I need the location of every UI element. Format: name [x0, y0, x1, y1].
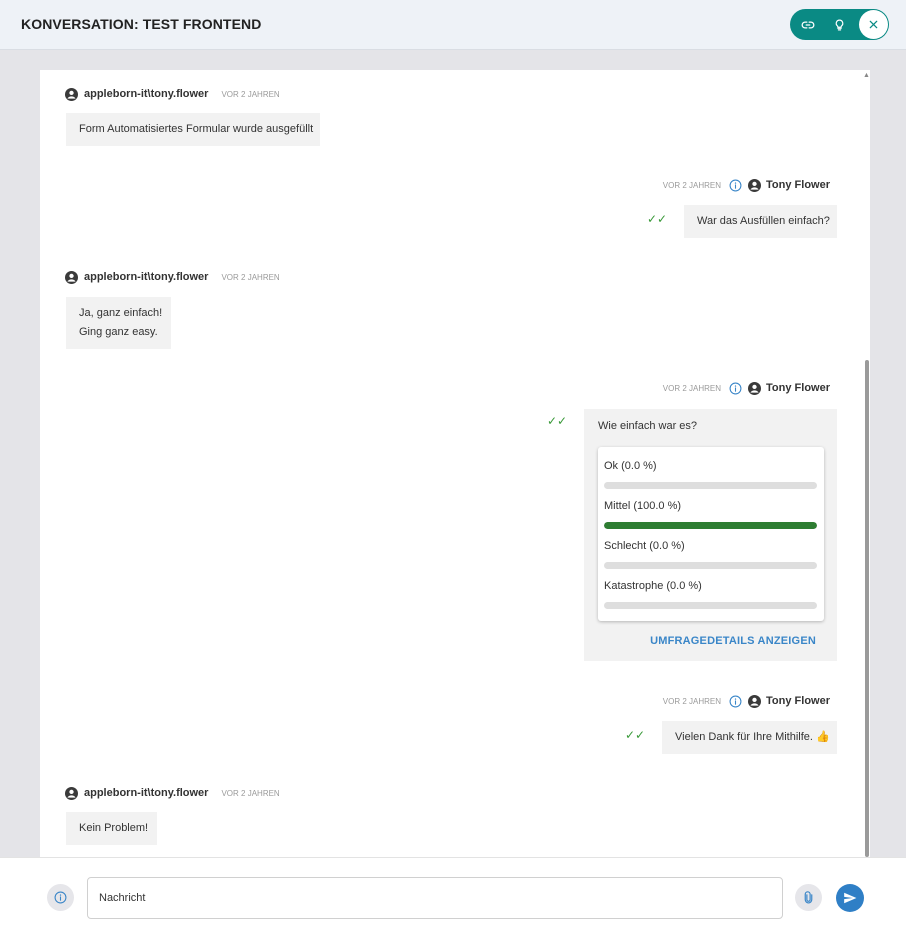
link-icon — [801, 20, 814, 29]
lightbulb-icon — [835, 19, 844, 30]
message-input[interactable] — [88, 878, 782, 918]
poll-option-bar — [604, 522, 817, 529]
attach-button[interactable] — [795, 884, 822, 911]
author-name: Tony Flower — [766, 179, 830, 191]
info-icon — [729, 695, 742, 707]
message-text: Ja, ganz einfach! — [79, 307, 163, 319]
close-icon — [869, 20, 878, 29]
message-meta: appleborn-it\tony.flower VOR 2 JAHREN — [65, 86, 280, 102]
poll-option-label: Schlecht (0.0 %) — [604, 540, 685, 552]
user-avatar-icon — [65, 786, 78, 800]
message-text: Ging ganz easy. — [79, 326, 158, 338]
poll-option-bar — [604, 562, 817, 569]
poll-option-label: Katastrophe (0.0 %) — [604, 580, 702, 592]
poll-option: Schlecht (0.0 %) — [604, 540, 817, 569]
message-meta: VOR 2 JAHREN Tony Flower — [663, 177, 830, 193]
user-avatar-icon — [65, 87, 78, 101]
author-name: appleborn-it\tony.flower — [84, 787, 209, 799]
message-field — [87, 877, 783, 919]
message-time: VOR 2 JAHREN — [221, 272, 280, 282]
message-text: Vielen Dank für Ihre Mithilfe. 👍 — [675, 731, 830, 743]
message-meta: appleborn-it\tony.flower VOR 2 JAHREN — [65, 269, 280, 285]
info-icon — [729, 382, 742, 394]
message-meta: VOR 2 JAHREN Tony Flower — [663, 693, 830, 709]
conversation-header: KONVERSATION: TEST FRONTEND — [0, 0, 906, 50]
double-check-icon: ✓✓ — [647, 212, 668, 226]
composer-info-button[interactable] — [47, 884, 74, 911]
poll-details-button[interactable]: UMFRAGEDETAILS ANZEIGEN — [650, 635, 816, 647]
user-avatar-icon — [748, 178, 762, 192]
message-bubble: Kein Problem! — [66, 812, 157, 845]
poll-option: Mittel (100.0 %) — [604, 500, 817, 529]
author-name: Tony Flower — [766, 695, 830, 707]
author-name: appleborn-it\tony.flower — [84, 88, 209, 100]
message-bubble: Vielen Dank für Ihre Mithilfe. 👍 — [662, 721, 837, 754]
message-text: Form Automatisiertes Formular wurde ausg… — [79, 123, 314, 135]
double-check-icon: ✓✓ — [625, 728, 646, 742]
message-meta: VOR 2 JAHREN Tony Flower — [663, 380, 830, 396]
poll-option-label: Mittel (100.0 %) — [604, 500, 682, 512]
send-button[interactable] — [836, 884, 864, 912]
link-button[interactable] — [792, 9, 823, 40]
user-avatar-icon — [65, 270, 78, 284]
page-title: KONVERSATION: TEST FRONTEND — [21, 16, 262, 32]
user-avatar-icon — [748, 381, 762, 395]
message-time: VOR 2 JAHREN — [221, 788, 280, 798]
message-info-button[interactable] — [729, 695, 742, 708]
message-bubble: Ja, ganz einfach! Ging ganz easy. — [66, 297, 171, 349]
message-time: VOR 2 JAHREN — [221, 89, 280, 99]
message-time: VOR 2 JAHREN — [662, 180, 722, 190]
poll-question: Wie einfach war es? — [598, 420, 698, 432]
poll-option-bar — [604, 482, 817, 489]
message-info-button[interactable] — [729, 179, 742, 192]
info-icon — [54, 891, 67, 904]
poll-option-bar — [604, 602, 817, 609]
message-bubble: War das Ausfüllen einfach? — [684, 205, 837, 238]
author-name: Tony Flower — [766, 382, 830, 394]
poll-option: Ok (0.0 %) — [604, 460, 817, 489]
poll-option-label: Ok (0.0 %) — [604, 460, 657, 472]
poll-option-fill — [604, 522, 817, 529]
info-icon — [729, 179, 742, 191]
message-time: VOR 2 JAHREN — [662, 383, 722, 393]
lightbulb-button[interactable] — [824, 9, 855, 40]
message-info-button[interactable] — [729, 382, 742, 395]
close-button[interactable] — [859, 10, 888, 39]
scrollbar-thumb[interactable] — [865, 360, 869, 857]
user-avatar-icon — [748, 694, 762, 708]
header-actions — [790, 9, 889, 40]
scroll-up-arrow[interactable]: ▲ — [863, 72, 870, 79]
double-check-icon: ✓✓ — [547, 414, 568, 428]
poll-option: Katastrophe (0.0 %) — [604, 580, 817, 609]
message-text: Kein Problem! — [79, 822, 149, 834]
message-bubble: Form Automatisiertes Formular wurde ausg… — [66, 113, 320, 146]
message-time: VOR 2 JAHREN — [662, 696, 722, 706]
poll-results-card: Ok (0.0 %) Mittel (100.0 %) Schlecht (0.… — [598, 447, 824, 621]
message-text: War das Ausfüllen einfach? — [697, 215, 830, 227]
paperclip-icon — [804, 891, 813, 904]
message-meta: appleborn-it\tony.flower VOR 2 JAHREN — [65, 785, 280, 801]
author-name: appleborn-it\tony.flower — [84, 271, 209, 283]
send-icon — [844, 892, 857, 904]
